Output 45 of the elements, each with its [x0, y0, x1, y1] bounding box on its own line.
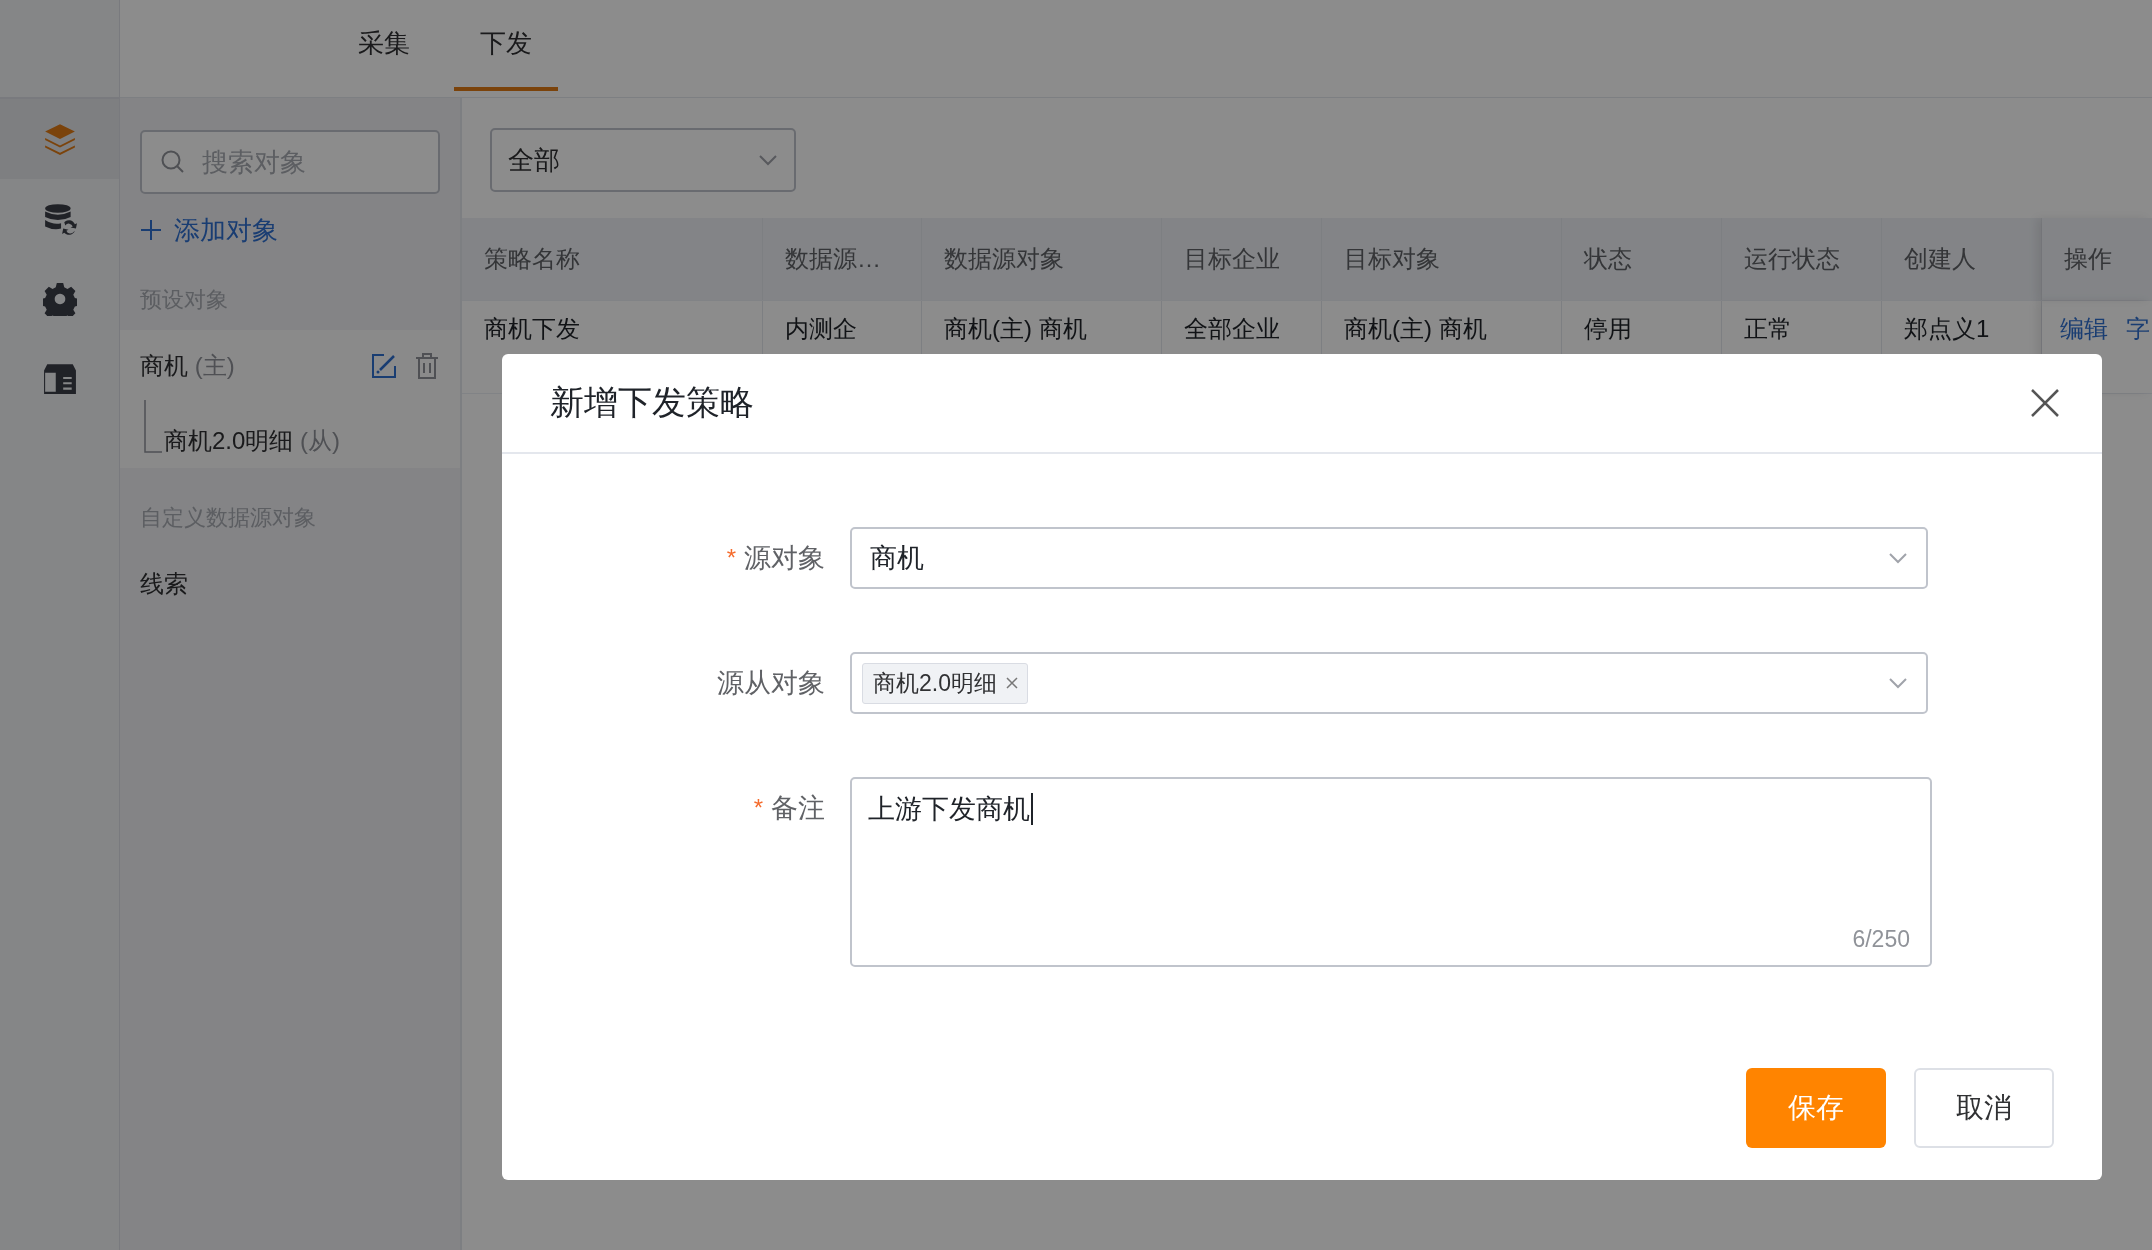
tab[interactable]: 下发	[454, 0, 558, 91]
character-counter: 6/250	[1852, 926, 1910, 953]
column-header: 状态	[1562, 218, 1722, 300]
chevron-icon	[758, 154, 778, 166]
filter-select[interactable]: 全部	[490, 128, 796, 192]
action-link[interactable]: 字	[2126, 313, 2150, 345]
object-name: 线索	[140, 569, 188, 599]
chevron-icon	[1888, 677, 1908, 689]
column-header: 创建人	[1882, 218, 2042, 300]
search-icon	[160, 149, 186, 175]
required-mark: *	[726, 544, 736, 572]
remark-field[interactable]: 上游下发商机 6/250	[850, 777, 1932, 967]
column-header: 目标对象	[1322, 218, 1562, 300]
field-label: 备注	[771, 792, 825, 825]
column-header: 策略名称	[462, 218, 763, 300]
column-header: 数据源…	[763, 218, 922, 300]
column-header: 数据源对象	[922, 218, 1162, 300]
tab[interactable]: 采集	[332, 0, 436, 91]
database-sync-icon	[42, 202, 77, 236]
cancel-button[interactable]: 取消	[1914, 1068, 2054, 1148]
column-header: 操作	[2042, 218, 2152, 300]
multi-select-field[interactable]: 商机2.0明细	[850, 652, 1928, 714]
child-object-item[interactable]: 商机2.0明细 (从)	[164, 426, 341, 456]
field-label: 源对象	[744, 542, 825, 575]
remove-icon	[1005, 676, 1019, 690]
column-header: 目标企业	[1162, 218, 1322, 300]
object-list-item[interactable]: 商机 (主) 商机2.0明细 (从)	[120, 330, 460, 468]
trash-icon	[414, 352, 440, 380]
object-list-item[interactable]: 线索	[120, 548, 460, 626]
select-field[interactable]: 商机	[850, 527, 1928, 589]
object-name: 商机 (主)	[140, 351, 235, 381]
action-link[interactable]: 编辑	[2060, 313, 2108, 345]
column-header: 运行状态	[1722, 218, 1882, 300]
add-object-link[interactable]: 添加对象	[140, 210, 278, 250]
close-icon	[2030, 388, 2060, 418]
tag: 商机2.0明细	[862, 662, 1028, 704]
gear-icon	[42, 282, 77, 316]
chevron-icon	[1888, 552, 1908, 564]
tree-connector-icon	[144, 400, 162, 454]
table-icon	[42, 362, 77, 396]
required-mark: *	[753, 794, 763, 822]
field-label: 源从对象	[717, 667, 825, 700]
edit-icon	[370, 352, 398, 380]
plus-icon	[140, 219, 162, 241]
layers-icon	[42, 122, 77, 156]
